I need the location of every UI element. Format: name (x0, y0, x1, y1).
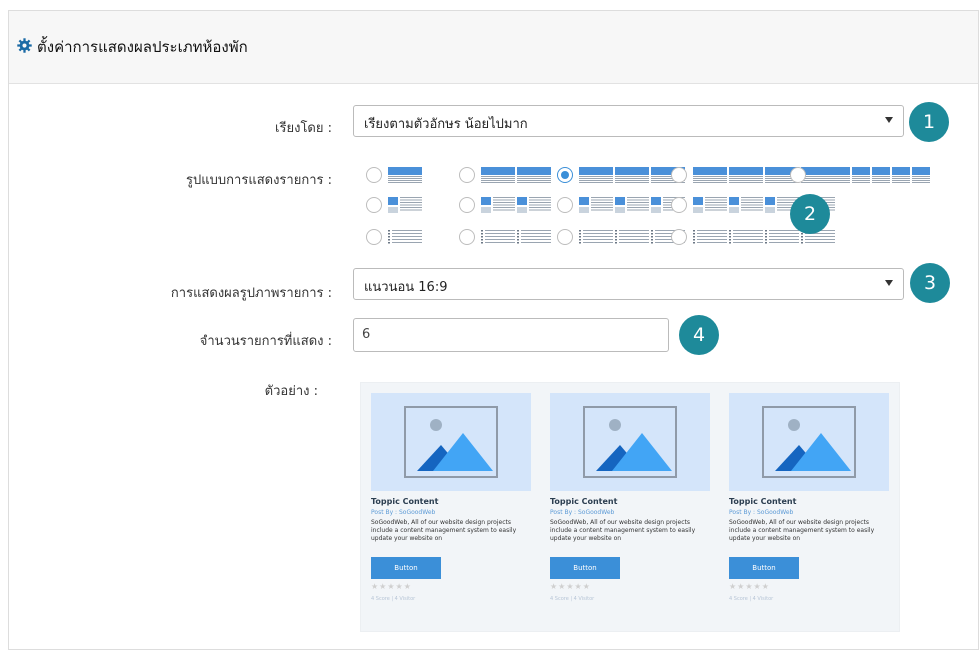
radio-button[interactable] (459, 197, 475, 213)
sort-select[interactable]: เรียงตามตัวอักษร น้อยไปมาก (353, 105, 904, 137)
sort-select-value: เรียงตามตัวอักษร น้อยไปมาก (364, 117, 528, 132)
card-meta: 4 Score | 4 Visitor (371, 596, 416, 602)
layout-option-grid-2-columns[interactable] (459, 166, 557, 188)
banner-layout-icon (812, 167, 930, 183)
radio-button[interactable] (366, 229, 382, 245)
layout-option-thumb-list-1[interactable] (366, 196, 428, 218)
banner-layout-icon (481, 167, 551, 183)
image-placeholder-icon (583, 406, 677, 478)
panel-header: ตั้งค่าการแสดงผลประเภทห้องพัก (9, 11, 978, 84)
card-author: Post By : SoGoodWeb (550, 509, 615, 516)
radio-button[interactable] (671, 197, 687, 213)
card-author: Post By : SoGoodWeb (371, 509, 436, 516)
thumb-layout-icon (481, 197, 551, 213)
list-layout-icon (481, 230, 551, 244)
radio-button[interactable] (557, 197, 573, 213)
star-rating: ★★★★★ (729, 582, 770, 591)
step-badge-3: 3 (910, 263, 950, 303)
card-title: Toppic Content (729, 497, 797, 506)
list-layout-icon (579, 230, 685, 244)
radio-button[interactable] (366, 167, 382, 183)
step-badge-1: 1 (909, 102, 949, 142)
card-description: SoGoodWeb, All of our website design pro… (550, 519, 696, 542)
radio-button[interactable] (557, 167, 573, 183)
image-label: การแสดงผลรูปภาพรายการ : (170, 286, 332, 301)
radio-button[interactable] (459, 167, 475, 183)
banner-layout-icon (388, 167, 422, 183)
list-layout-icon (388, 230, 422, 244)
count-label: จำนวนรายการที่แสดง : (199, 334, 332, 349)
chevron-down-icon (885, 117, 893, 123)
preview-card: Toppic Content Post By : SoGoodWeb SoGoo… (729, 393, 889, 623)
card-author: Post By : SoGoodWeb (729, 509, 794, 516)
radio-button[interactable] (557, 229, 573, 245)
card-title: Toppic Content (371, 497, 439, 506)
layout-option-grid-6-columns[interactable] (790, 166, 936, 188)
radio-button[interactable] (366, 197, 382, 213)
gear-icon (17, 38, 32, 53)
banner-layout-icon (579, 167, 685, 183)
image-placeholder-icon (404, 406, 498, 478)
item-count-input[interactable]: 6 (353, 318, 669, 352)
image-placeholder-icon (762, 406, 856, 478)
star-rating: ★★★★★ (371, 582, 412, 591)
thumb-layout-icon (579, 197, 685, 213)
radio-button[interactable] (459, 229, 475, 245)
card-button: Button (729, 557, 799, 579)
layout-option-text-list-1[interactable] (366, 228, 428, 250)
preview-card: Toppic Content Post By : SoGoodWeb SoGoo… (371, 393, 531, 623)
image-ratio-select[interactable]: แนวนอน 16:9 (353, 268, 904, 300)
preview-area: Toppic Content Post By : SoGoodWeb SoGoo… (360, 382, 900, 632)
layout-option-text-list-2[interactable] (459, 228, 557, 250)
image-placeholder (550, 393, 710, 491)
panel-title: ตั้งค่าการแสดงผลประเภทห้องพัก (37, 38, 248, 56)
card-button: Button (550, 557, 620, 579)
sort-label: เรียงโดย : (275, 121, 332, 136)
layout-option-grid-1-column[interactable] (366, 166, 428, 188)
preview-card: Toppic Content Post By : SoGoodWeb SoGoo… (550, 393, 710, 623)
image-placeholder (371, 393, 531, 491)
radio-button[interactable] (790, 167, 806, 183)
radio-button[interactable] (671, 229, 687, 245)
card-description: SoGoodWeb, All of our website design pro… (729, 519, 875, 542)
preview-label: ตัวอย่าง : (264, 384, 318, 399)
star-rating: ★★★★★ (550, 582, 591, 591)
image-placeholder (729, 393, 889, 491)
layout-label: รูปแบบการแสดงรายการ : (186, 173, 332, 188)
card-title: Toppic Content (550, 497, 618, 506)
step-badge-2: 2 (790, 194, 830, 234)
radio-button[interactable] (671, 167, 687, 183)
layout-option-thumb-list-2[interactable] (459, 196, 557, 218)
chevron-down-icon (885, 280, 893, 286)
step-badge-4: 4 (679, 315, 719, 355)
card-meta: 4 Score | 4 Visitor (729, 596, 774, 602)
image-ratio-value: แนวนอน 16:9 (364, 280, 448, 295)
card-button: Button (371, 557, 441, 579)
thumb-layout-icon (388, 197, 422, 213)
card-meta: 4 Score | 4 Visitor (550, 596, 595, 602)
card-description: SoGoodWeb, All of our website design pro… (371, 519, 517, 542)
